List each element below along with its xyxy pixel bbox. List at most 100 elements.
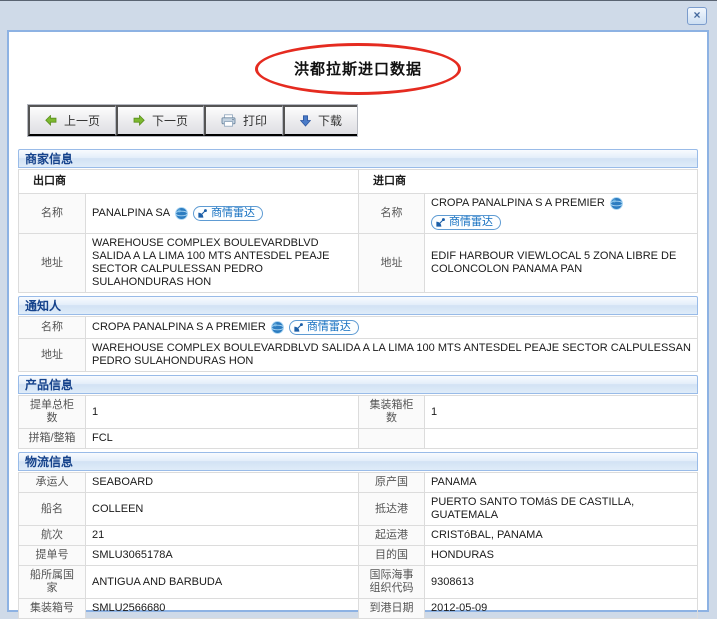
- field-value: 21: [86, 526, 359, 546]
- section-product-info: 产品信息 提单总柜数 1 集装箱柜数 1 拼箱/整箱 FCL: [18, 375, 698, 449]
- field-label: 承运人: [19, 473, 86, 493]
- section-merchant-info: 商家信息 出口商 进口商 名称 PANALPINA SA: [18, 149, 698, 293]
- field-label: 提单号: [19, 546, 86, 566]
- section-header-merchant: 商家信息: [18, 149, 698, 168]
- next-page-label: 下一页: [152, 112, 188, 129]
- business-radar-badge[interactable]: 商情雷达: [193, 206, 263, 221]
- exporter-name-label: 名称: [19, 194, 86, 234]
- exporter-name-cell: PANALPINA SA 商情雷达: [86, 194, 359, 234]
- importer-column-header: 进口商: [359, 170, 698, 194]
- exporter-column-header: 出口商: [19, 170, 359, 194]
- field-value: PANAMA: [425, 473, 698, 493]
- close-icon[interactable]: ×: [687, 7, 707, 25]
- field-value: COLLEEN: [86, 493, 359, 526]
- detail-sections: 商家信息 出口商 进口商 名称 PANALPINA SA: [18, 149, 698, 619]
- prev-page-button[interactable]: 上一页: [28, 105, 116, 136]
- field-label: 到港日期: [359, 599, 425, 619]
- print-button[interactable]: 打印: [204, 105, 283, 136]
- globe-icon[interactable]: [271, 321, 284, 334]
- field-label: 船名: [19, 493, 86, 526]
- field-value: 1: [86, 396, 359, 429]
- importer-address-label: 地址: [359, 234, 425, 293]
- notify-address-value: WAREHOUSE COMPLEX BOULEVARDBLVD SALIDA A…: [86, 339, 698, 372]
- notify-address-label: 地址: [19, 339, 86, 372]
- merchant-table: 出口商 进口商 名称 PANALPINA SA 商情雷达: [18, 169, 698, 293]
- field-label: 拼箱/整箱: [19, 429, 86, 449]
- exporter-name-value: PANALPINA SA: [92, 207, 170, 220]
- field-value: HONDURAS: [425, 546, 698, 566]
- prev-page-label: 上一页: [64, 112, 100, 129]
- badge-label: 商情雷达: [211, 207, 255, 220]
- field-value: ANTIGUA AND BARBUDA: [86, 566, 359, 599]
- section-notify-party: 通知人 名称 CROPA PANALPINA S A PREMIER 商情雷达: [18, 296, 698, 372]
- notify-name-label: 名称: [19, 317, 86, 339]
- field-value: SMLU3065178A: [86, 546, 359, 566]
- field-label: 集装箱柜数: [359, 396, 425, 429]
- arrow-down-icon: [300, 115, 311, 127]
- field-label: 航次: [19, 526, 86, 546]
- field-value: 9308613: [425, 566, 698, 599]
- badge-label: 商情雷达: [449, 216, 493, 229]
- notify-name-value: CROPA PANALPINA S A PREMIER: [92, 321, 266, 334]
- arrow-left-icon: [45, 115, 57, 126]
- field-value: CRISTóBAL, PANAMA: [425, 526, 698, 546]
- table-row: 提单号 SMLU3065178A 目的国 HONDURAS: [19, 546, 698, 566]
- business-radar-badge[interactable]: 商情雷达: [289, 320, 359, 335]
- toolbar: 上一页 下一页 打印 下载: [27, 104, 358, 137]
- badge-label: 商情雷达: [307, 321, 351, 334]
- dialog-panel: 洪都拉斯进口数据 上一页 下一页 打印 下载 商家信息: [7, 30, 709, 612]
- field-label: 船所属国家: [19, 566, 86, 599]
- table-row: 承运人 SEABOARD 原产国 PANAMA: [19, 473, 698, 493]
- exporter-address-value: WAREHOUSE COMPLEX BOULEVARDBLVD SALIDA A…: [86, 234, 359, 293]
- table-row: 船所属国家 ANTIGUA AND BARBUDA 国际海事组织代码 93086…: [19, 566, 698, 599]
- field-label: 抵达港: [359, 493, 425, 526]
- notify-table: 名称 CROPA PANALPINA S A PREMIER 商情雷达: [18, 316, 698, 372]
- table-row: 拼箱/整箱 FCL: [19, 429, 698, 449]
- next-page-button[interactable]: 下一页: [116, 105, 204, 136]
- download-button[interactable]: 下载: [283, 105, 357, 136]
- business-radar-badge[interactable]: 商情雷达: [431, 215, 501, 230]
- field-label: 目的国: [359, 546, 425, 566]
- globe-icon[interactable]: [610, 197, 623, 210]
- table-row: 船名 COLLEEN 抵达港 PUERTO SANTO TOMáS DE CAS…: [19, 493, 698, 526]
- field-value: 1: [425, 396, 698, 429]
- window-titlebar: ×: [0, 1, 717, 30]
- importer-name-label: 名称: [359, 194, 425, 234]
- field-label: 集装箱号: [19, 599, 86, 619]
- exporter-address-label: 地址: [19, 234, 86, 293]
- download-label: 下载: [318, 112, 342, 129]
- page-title: 洪都拉斯进口数据: [294, 61, 422, 78]
- field-label: 提单总柜数: [19, 396, 86, 429]
- printer-icon: [221, 114, 236, 127]
- table-row: 航次 21 起运港 CRISTóBAL, PANAMA: [19, 526, 698, 546]
- field-label: 原产国: [359, 473, 425, 493]
- field-value: SMLU2566680: [86, 599, 359, 619]
- product-table: 提单总柜数 1 集装箱柜数 1 拼箱/整箱 FCL: [18, 395, 698, 449]
- logistics-table: 承运人 SEABOARD 原产国 PANAMA 船名 COLLEEN 抵达港 P…: [18, 472, 698, 619]
- field-value: FCL: [86, 429, 359, 449]
- section-header-notify: 通知人: [18, 296, 698, 315]
- field-value: PUERTO SANTO TOMáS DE CASTILLA, GUATEMAL…: [425, 493, 698, 526]
- title-area: 洪都拉斯进口数据: [18, 58, 698, 82]
- field-label: [359, 429, 425, 449]
- section-header-product: 产品信息: [18, 375, 698, 394]
- field-value: [425, 429, 698, 449]
- print-label: 打印: [243, 112, 267, 129]
- field-label: 国际海事组织代码: [359, 566, 425, 599]
- section-logistics-info: 物流信息 承运人 SEABOARD 原产国 PANAMA 船名 COLLEEN …: [18, 452, 698, 619]
- importer-name-value: CROPA PANALPINA S A PREMIER: [431, 197, 605, 210]
- importer-name-cell: CROPA PANALPINA S A PREMIER 商情雷达: [425, 194, 698, 234]
- field-label: 起运港: [359, 526, 425, 546]
- field-value: SEABOARD: [86, 473, 359, 493]
- section-header-logistics: 物流信息: [18, 452, 698, 471]
- importer-address-value: EDIF HARBOUR VIEWLOCAL 5 ZONA LIBRE DE C…: [425, 234, 698, 293]
- notify-name-cell: CROPA PANALPINA S A PREMIER 商情雷达: [86, 317, 698, 339]
- globe-icon[interactable]: [175, 207, 188, 220]
- table-row: 提单总柜数 1 集装箱柜数 1: [19, 396, 698, 429]
- field-value: 2012-05-09: [425, 599, 698, 619]
- radar-dish-icon: [197, 208, 208, 219]
- radar-dish-icon: [435, 217, 446, 228]
- arrow-right-icon: [133, 115, 145, 126]
- radar-dish-icon: [293, 322, 304, 333]
- table-row: 集装箱号 SMLU2566680 到港日期 2012-05-09: [19, 599, 698, 619]
